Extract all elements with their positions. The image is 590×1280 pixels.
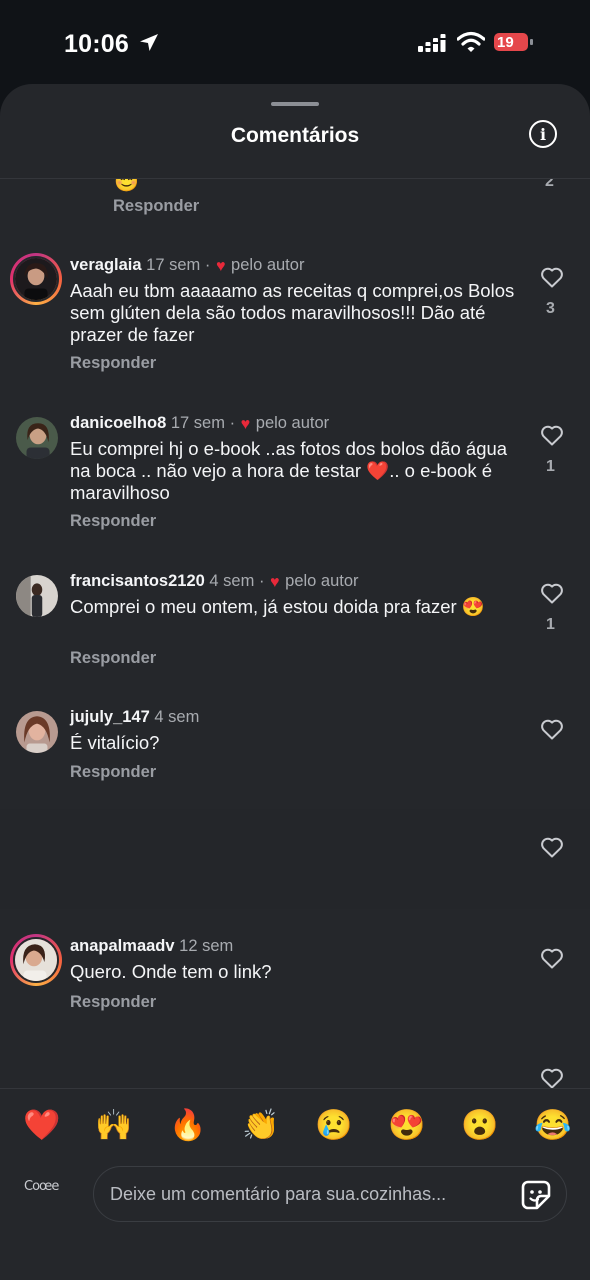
comment-meta: francisantos2120 4 sem · ♥ pelo autor: [70, 572, 359, 592]
reply-button[interactable]: Responder: [70, 512, 156, 531]
reaction-fire[interactable]: 🔥: [169, 1109, 206, 1143]
comment-meta: jujuly_147 4 sem: [70, 708, 199, 727]
comment-meta: veraglaia 17 sem · ♥ pelo autor: [70, 256, 304, 276]
user-avatar-thumbnail: Coœe: [24, 1179, 59, 1194]
partial-comment-emoji: 😊: [114, 179, 139, 193]
comment-composer: Coœe Deixe um comentário para sua.cozinh…: [0, 1166, 590, 1280]
comment-text: Comprei o meu ontem, já estou doida pra …: [70, 596, 485, 617]
comment-text: É vitalício?: [70, 732, 160, 753]
like-heart-icon[interactable]: [540, 947, 564, 969]
comment-username[interactable]: anapalmaadv: [70, 937, 175, 955]
comment-item: francisantos2120 4 sem · ♥ pelo autor Co…: [0, 572, 590, 682]
reaction-clap[interactable]: 👏: [242, 1109, 279, 1143]
separator-dot: ·: [258, 572, 265, 590]
comment-item: anapalmaadv 12 sem Quero. Onde tem o lin…: [0, 934, 590, 1027]
reply-button[interactable]: Responder: [113, 197, 199, 216]
avatar-image: [15, 258, 57, 300]
comment-item: jujuly_147 4 sem É vitalício? Responder: [0, 708, 590, 798]
comment-item: veraglaia 17 sem · ♥ pelo autor Aaah eu …: [0, 253, 590, 386]
status-time: 10:06: [64, 30, 129, 58]
like-count: 3: [546, 300, 555, 317]
avatar[interactable]: [16, 575, 58, 617]
comment-text: Aaah eu tbm aaaaamo as receitas q compre…: [70, 280, 515, 345]
reply-button[interactable]: Responder: [70, 993, 156, 1012]
comment-username[interactable]: jujuly_147: [70, 708, 150, 726]
comment-meta: anapalmaadv 12 sem: [70, 937, 233, 956]
sheet-grabber[interactable]: [271, 102, 319, 106]
avatar[interactable]: [10, 934, 62, 986]
quick-reactions-bar: ❤️ 🙌 🔥 👏 😢 😍 😮 😂: [0, 1088, 590, 1166]
reaction-crying[interactable]: 😢: [315, 1109, 352, 1143]
avatar[interactable]: [10, 253, 62, 305]
comment-time: 4 sem: [209, 572, 255, 590]
comment-time: 12 sem: [179, 937, 234, 955]
sheet-title: Comentários: [230, 124, 360, 147]
separator-dot: ·: [204, 256, 211, 274]
comment-time: 17 sem: [170, 414, 225, 432]
reaction-heart-eyes[interactable]: 😍: [388, 1109, 425, 1143]
comment-time: 17 sem: [146, 256, 201, 274]
like-count: 1: [546, 616, 555, 633]
avatar[interactable]: [16, 417, 58, 459]
comment-username[interactable]: veraglaia: [70, 256, 142, 274]
avatar-image: [16, 575, 58, 617]
comment-username[interactable]: danicoelho8: [70, 414, 166, 432]
reply-button[interactable]: Responder: [70, 649, 156, 668]
battery-tip: [530, 39, 533, 45]
location-arrow-icon: [140, 34, 158, 51]
like-heart-icon[interactable]: [540, 718, 564, 740]
comment-input[interactable]: Deixe um comentário para sua.cozinhas...: [93, 1166, 567, 1222]
reaction-raised-hands[interactable]: 🙌: [95, 1109, 132, 1143]
like-heart-icon[interactable]: [540, 836, 564, 858]
like-heart-icon[interactable]: [540, 1067, 564, 1089]
avatar-image: [15, 939, 57, 981]
sticker-icon[interactable]: [520, 1179, 552, 1211]
like-heart-icon[interactable]: [540, 582, 564, 604]
like-heart-icon[interactable]: [540, 424, 564, 446]
author-heart-icon: ♥: [215, 258, 226, 275]
separator-dot: ·: [229, 414, 236, 432]
comment-text: Quero. Onde tem o link?: [70, 961, 272, 982]
info-icon[interactable]: i: [529, 120, 557, 148]
battery-indicator: 19: [494, 33, 534, 51]
liked-by-author-label: pelo autor: [255, 414, 330, 432]
reaction-laughing[interactable]: 😂: [534, 1109, 571, 1143]
comments-list[interactable]: 😊 2 Responder veraglaia 17 sem · ♥ pelo …: [0, 179, 590, 1089]
avatar-image: [16, 711, 58, 753]
reply-button[interactable]: Responder: [70, 354, 156, 373]
cellular-signal-icon: [418, 34, 446, 52]
author-heart-icon: ♥: [240, 416, 251, 433]
liked-by-author-label: pelo autor: [285, 572, 359, 590]
comment-username[interactable]: francisantos2120: [70, 572, 205, 590]
like-count: 1: [546, 458, 555, 475]
comment-input-placeholder: Deixe um comentário para sua.cozinhas...: [110, 1184, 447, 1204]
avatar-image: [16, 417, 58, 459]
comment-text: Eu comprei hj o e-book ..as fotos dos bo…: [70, 438, 508, 503]
wifi-icon: [457, 31, 485, 52]
status-bar: 10:06 19: [0, 0, 590, 86]
comment-meta: danicoelho8 17 sem · ♥ pelo autor: [70, 414, 329, 434]
comment-item: danicoelho8 17 sem · ♥ pelo autor Eu com…: [0, 414, 590, 544]
reaction-surprised[interactable]: 😮: [461, 1109, 498, 1143]
author-heart-icon: ♥: [270, 574, 280, 591]
partial-comment-like-count: 2: [545, 179, 554, 190]
hidden-comment-placeholder: [0, 809, 590, 909]
like-heart-icon[interactable]: [540, 266, 564, 288]
avatar[interactable]: [16, 711, 58, 753]
liked-by-author-label: pelo autor: [231, 256, 305, 274]
comment-time: 4 sem: [154, 708, 200, 726]
battery-level: 19: [497, 34, 514, 51]
reply-button[interactable]: Responder: [70, 763, 156, 782]
reaction-heart[interactable]: ❤️: [23, 1109, 60, 1143]
